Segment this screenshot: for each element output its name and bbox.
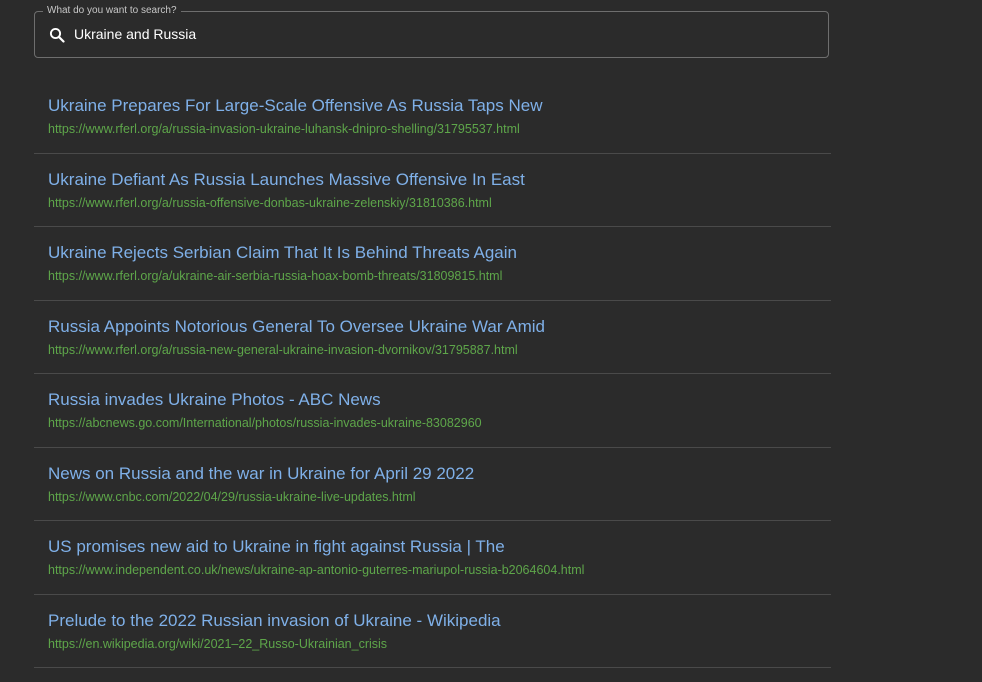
search-icon (49, 27, 65, 43)
result-url: https://www.rferl.org/a/russia-offensive… (48, 195, 492, 210)
result-url: https://www.rferl.org/a/russia-invasion-… (48, 122, 520, 136)
result-item: Ukraine Rejects Serbian Claim That It Is… (34, 227, 831, 301)
result-url: https://www.cnbc.com/2022/04/29/russia-u… (48, 489, 416, 504)
result-url: https://www.rferl.org/a/russia-new-gener… (48, 342, 518, 357)
search-box[interactable]: What do you want to search? (34, 5, 829, 58)
result-url: https://abcnews.go.com/International/pho… (48, 416, 482, 430)
result-url: https://en.wikipedia.org/wiki/2021–22_Ru… (48, 636, 388, 651)
result-title-link[interactable]: Russia Appoints Notorious General To Ove… (48, 317, 831, 337)
result-title-link[interactable]: Ukraine Rejects Serbian Claim That It Is… (48, 243, 831, 263)
result-item: News on Russia and the war in Ukraine fo… (34, 448, 831, 521)
result-item: Russia invades Ukraine Photos - ABC News… (34, 374, 831, 448)
result-item: US promises new aid to Ukraine in fight … (34, 521, 831, 595)
result-item: Ukraine Prepares For Large-Scale Offensi… (34, 80, 831, 154)
search-label: What do you want to search? (43, 5, 181, 17)
result-url: https://www.independent.co.uk/news/ukrai… (48, 563, 585, 577)
result-title-link[interactable]: Ukraine Defiant As Russia Launches Massi… (48, 170, 831, 190)
result-title-link[interactable]: Ukraine Prepares For Large-Scale Offensi… (48, 96, 831, 116)
result-url: https://www.rferl.org/a/ukraine-air-serb… (48, 269, 503, 283)
result-item: Russia Appoints Notorious General To Ove… (34, 301, 831, 374)
results-list: Ukraine Prepares For Large-Scale Offensi… (34, 80, 831, 668)
result-title-link[interactable]: Prelude to the 2022 Russian invasion of … (48, 611, 831, 631)
result-item: Ukraine Defiant As Russia Launches Massi… (34, 154, 831, 227)
result-title-link[interactable]: News on Russia and the war in Ukraine fo… (48, 464, 831, 484)
result-title-link[interactable]: Russia invades Ukraine Photos - ABC News (48, 390, 831, 410)
result-title-link[interactable]: US promises new aid to Ukraine in fight … (48, 537, 831, 557)
result-item: Prelude to the 2022 Russian invasion of … (34, 595, 831, 668)
search-input[interactable] (74, 23, 814, 45)
